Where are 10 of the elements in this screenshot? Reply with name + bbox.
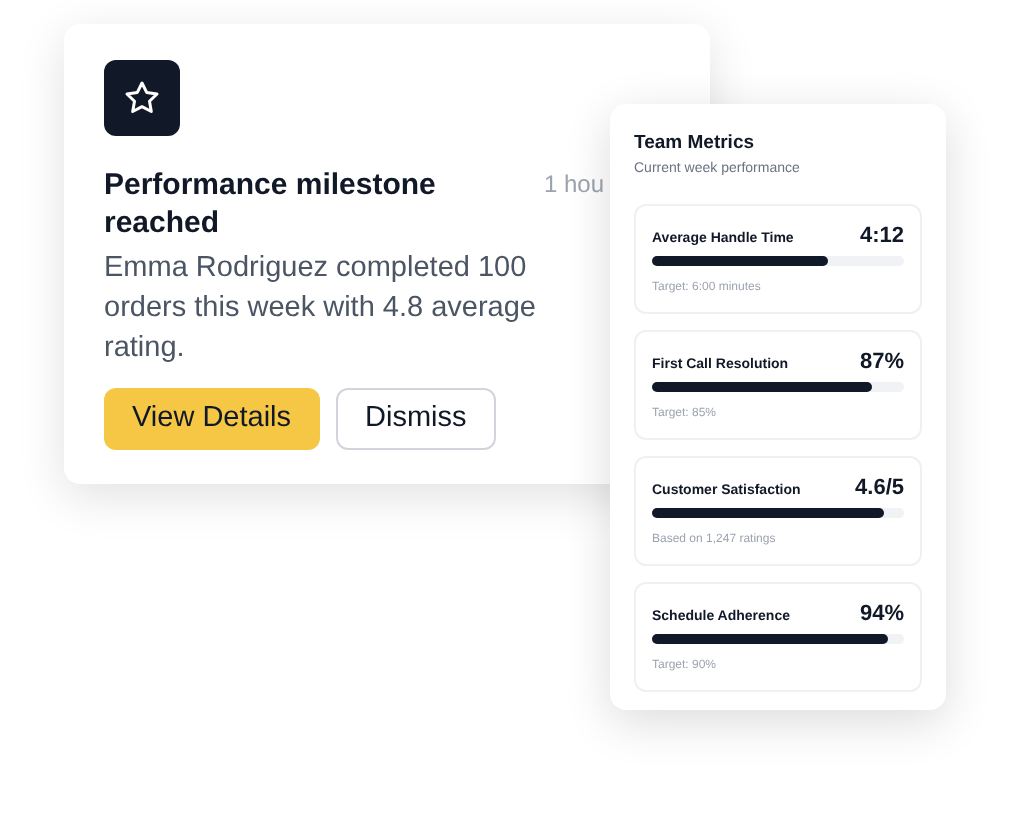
metric-value: 4.6/5 [855,476,904,500]
metric-value: 87% [859,350,904,374]
panel-title: Team Metrics [634,132,757,156]
metric-value: 94% [859,602,904,626]
view-details-button[interactable]: View Details [104,388,320,450]
notification-message: Emma Rodriguez completed 100 orders this week with 4.8 average rating. [104,250,538,368]
dismiss-button[interactable]: Dismiss [335,388,497,450]
metric-value: 4:12 [859,224,904,248]
notification-title: Performance milestone reached [104,166,438,242]
timestamp: 1 hou [544,168,605,202]
